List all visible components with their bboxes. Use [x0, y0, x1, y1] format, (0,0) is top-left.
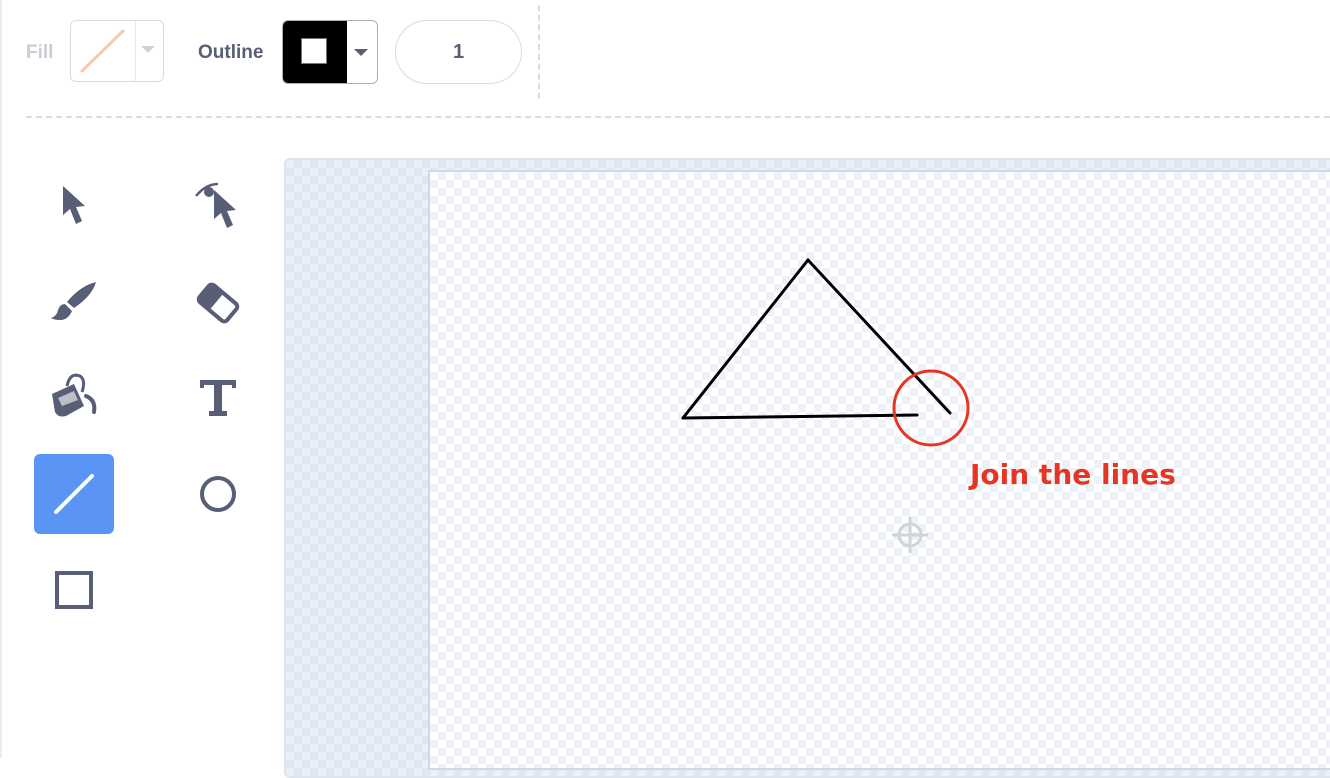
drawing-layer — [681, 258, 970, 553]
triangle-drawing[interactable] — [681, 258, 952, 420]
annotation-text: Join the lines — [970, 458, 1176, 491]
highlight-circle — [892, 369, 970, 447]
crosshair-icon — [892, 517, 928, 553]
